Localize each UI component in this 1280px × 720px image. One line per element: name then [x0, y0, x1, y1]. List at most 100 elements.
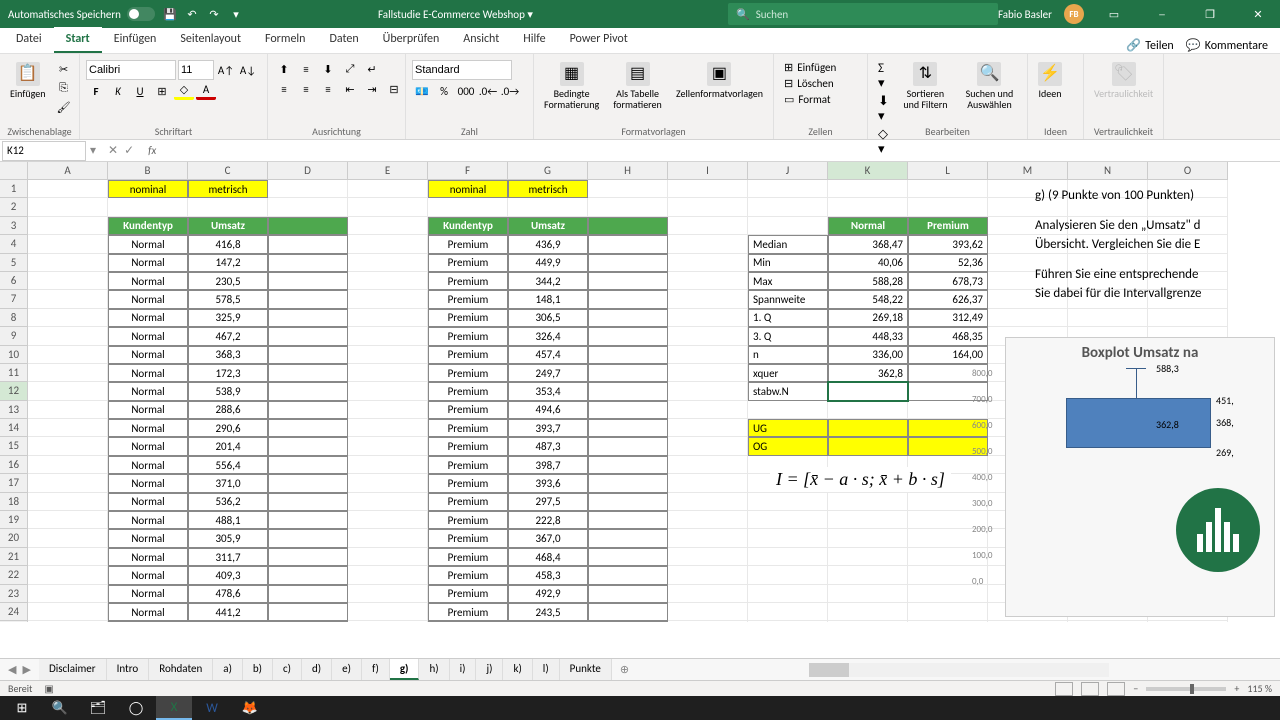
cell[interactable]	[348, 346, 428, 364]
cell[interactable]	[668, 254, 748, 272]
cell[interactable]	[348, 382, 428, 400]
cell[interactable]: 325,9	[188, 309, 268, 327]
cell[interactable]	[748, 585, 828, 603]
cell[interactable]: Normal	[108, 474, 188, 492]
ribbon-tab-einfügen[interactable]: Einfügen	[102, 27, 169, 53]
increase-font-icon[interactable]: A↑	[216, 61, 236, 79]
sheet-tab[interactable]: c)	[273, 659, 302, 680]
row-header-17[interactable]: 17	[0, 474, 28, 492]
cell[interactable]: metrisch	[508, 180, 588, 198]
cell[interactable]	[348, 272, 428, 290]
underline-button[interactable]: U	[130, 82, 150, 100]
cell[interactable]	[268, 437, 348, 455]
cell[interactable]: nominal	[108, 180, 188, 198]
cell[interactable]	[348, 419, 428, 437]
cell[interactable]	[28, 198, 108, 216]
cell[interactable]	[28, 309, 108, 327]
cell[interactable]	[268, 382, 348, 400]
cell[interactable]: 344,2	[508, 272, 588, 290]
cell[interactable]	[668, 566, 748, 584]
dec-decimals-icon[interactable]: .0→	[500, 82, 520, 100]
cell[interactable]	[668, 327, 748, 345]
row-header-2[interactable]: 2	[0, 198, 28, 216]
cell[interactable]	[588, 364, 668, 382]
cell[interactable]	[268, 474, 348, 492]
cell[interactable]	[668, 401, 748, 419]
align-middle-icon[interactable]: ≡	[296, 60, 316, 78]
merge-icon[interactable]: ⊟	[384, 80, 404, 98]
cell[interactable]	[588, 548, 668, 566]
cell[interactable]	[268, 566, 348, 584]
col-header-M[interactable]: M	[988, 162, 1068, 180]
fill-color-button[interactable]: ◇	[174, 82, 194, 100]
cell[interactable]	[828, 511, 908, 529]
col-header-J[interactable]: J	[748, 162, 828, 180]
cell[interactable]: Kundentyp	[108, 217, 188, 235]
cell[interactable]: Premium	[428, 346, 508, 364]
cell[interactable]	[748, 621, 828, 622]
cell[interactable]	[268, 419, 348, 437]
cell[interactable]: Normal	[108, 585, 188, 603]
cell[interactable]: Premium	[908, 217, 988, 235]
taskbar-excel-icon[interactable]: X	[156, 696, 192, 720]
format-painter-icon[interactable]: 🖌	[54, 98, 74, 116]
cell[interactable]: 249,7	[508, 364, 588, 382]
cell[interactable]: Normal	[108, 327, 188, 345]
fx-icon[interactable]: fx	[142, 144, 162, 157]
cell[interactable]	[748, 529, 828, 547]
cell[interactable]	[828, 180, 908, 198]
sheet-tab[interactable]: d)	[302, 659, 332, 680]
cell[interactable]	[668, 456, 748, 474]
cell[interactable]: 52,36	[908, 254, 988, 272]
cell[interactable]: 467,2	[188, 327, 268, 345]
cell[interactable]: 288,6	[188, 401, 268, 419]
cell[interactable]	[28, 272, 108, 290]
taskbar-word-icon[interactable]: W	[194, 696, 230, 720]
indent-left-icon[interactable]: ⇤	[340, 80, 360, 98]
cell[interactable]: Premium	[428, 493, 508, 511]
sheet-tab[interactable]: j)	[476, 659, 503, 680]
cell[interactable]	[908, 603, 988, 621]
cell[interactable]: 3. Q	[748, 327, 828, 345]
cell[interactable]	[1068, 309, 1148, 327]
cell[interactable]: 243,5	[508, 603, 588, 621]
align-left-icon[interactable]: ≡	[274, 80, 294, 98]
sheet-tab[interactable]: Rohdaten	[149, 659, 213, 680]
col-header-E[interactable]: E	[348, 162, 428, 180]
cell[interactable]	[268, 217, 348, 235]
inc-decimals-icon[interactable]: .0←	[478, 82, 498, 100]
cell[interactable]	[28, 474, 108, 492]
cancel-fx-icon[interactable]: ✕	[108, 143, 118, 158]
cell[interactable]: 678,73	[908, 272, 988, 290]
cell[interactable]	[268, 235, 348, 253]
bold-button[interactable]: F	[86, 82, 106, 100]
cell[interactable]	[668, 621, 748, 622]
cell[interactable]: 488,1	[188, 511, 268, 529]
row-header-3[interactable]: 3	[0, 217, 28, 235]
cell[interactable]	[588, 529, 668, 547]
view-pagelayout-icon[interactable]	[1081, 682, 1099, 696]
sheet-tab[interactable]: Intro	[107, 659, 150, 680]
cell[interactable]	[668, 235, 748, 253]
cell[interactable]: 457,4	[508, 346, 588, 364]
sheet-tab[interactable]: k)	[503, 659, 532, 680]
sheet-tab[interactable]: b)	[243, 659, 273, 680]
cell[interactable]: Normal	[108, 566, 188, 584]
cell[interactable]	[348, 327, 428, 345]
cell[interactable]: 448,33	[828, 327, 908, 345]
row-header-15[interactable]: 15	[0, 437, 28, 455]
view-normal-icon[interactable]	[1055, 682, 1073, 696]
cell[interactable]: Normal	[108, 309, 188, 327]
qa-dropdown-icon[interactable]: ▾	[229, 7, 243, 21]
ribbon-tab-start[interactable]: Start	[54, 27, 102, 53]
cell[interactable]: Normal	[108, 437, 188, 455]
cell[interactable]	[28, 327, 108, 345]
ribbon-tab-daten[interactable]: Daten	[317, 27, 370, 53]
cell[interactable]	[268, 309, 348, 327]
row-header-11[interactable]: 11	[0, 364, 28, 382]
cell[interactable]: 588,28	[828, 272, 908, 290]
cell[interactable]	[28, 437, 108, 455]
cell[interactable]: Normal	[108, 401, 188, 419]
cell[interactable]	[188, 198, 268, 216]
cell[interactable]: 368,3	[188, 346, 268, 364]
